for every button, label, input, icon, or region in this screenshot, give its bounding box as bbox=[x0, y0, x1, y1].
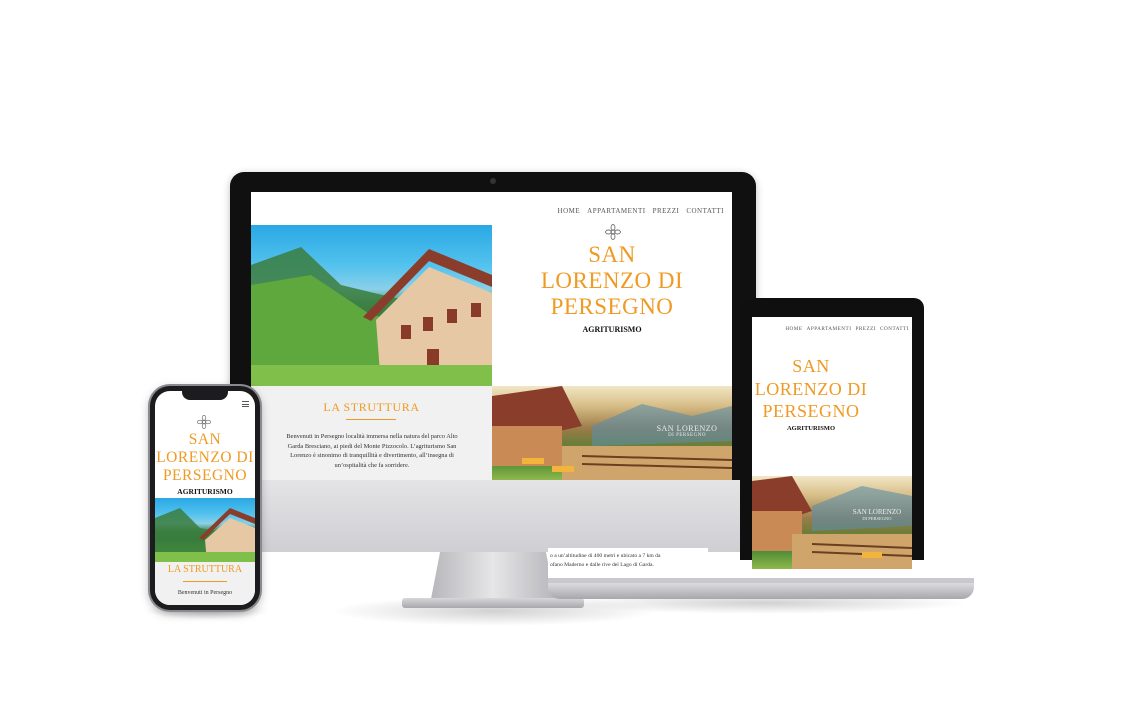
phone-struttura-section: LA STRUTTURA Benvenuti in Persegno bbox=[155, 562, 255, 605]
imac-base bbox=[402, 598, 584, 608]
nav-prezzi[interactable]: PREZZI bbox=[653, 207, 680, 215]
imac-stand bbox=[430, 552, 556, 604]
struttura-section: LA STRUTTURA Benvenuti in Persegno local… bbox=[251, 386, 492, 480]
laptop-watermark: SAN LORENZO DI PERSEGNO bbox=[842, 508, 912, 521]
title-line-3: PERSEGNO bbox=[162, 467, 248, 485]
nav-contatti[interactable]: CONTATTI bbox=[880, 326, 909, 332]
title-line-1: SAN bbox=[588, 242, 636, 267]
laptop-peek-content: o a un’altitudine di 400 metri e ubicato… bbox=[548, 548, 708, 578]
title-line-1: SAN bbox=[188, 431, 222, 448]
title-line-2: LORENZO DI bbox=[754, 378, 868, 399]
title-line-2: LORENZO DI bbox=[156, 449, 254, 467]
intro-paragraph: Benvenuti in Persegno località immersa n… bbox=[286, 433, 458, 469]
site-title: SAN LORENZO DI PERSEGNO bbox=[512, 242, 712, 319]
section-heading: LA STRUTTURA bbox=[167, 564, 243, 575]
laptop-site-subtitle: AGRITURISMO bbox=[786, 425, 836, 432]
nav-home[interactable]: HOME bbox=[785, 326, 802, 332]
watermark-text: SAN LORENZO DI PERSEGNO bbox=[642, 424, 732, 438]
phone-screen: SAN LORENZO DI PERSEGNO AGRITURISMO LA S… bbox=[155, 391, 255, 605]
phone-notch bbox=[182, 391, 228, 400]
imac-screen: HOME APPARTAMENTI PREZZI CONTATTI SAN LO… bbox=[251, 192, 732, 480]
laptop-terrace-photo: SAN LORENZO DI PERSEGNO bbox=[752, 476, 912, 569]
camera-icon bbox=[490, 178, 496, 184]
phone-site-subtitle: AGRITURISMO bbox=[177, 487, 233, 496]
watermark-subtitle: DI PERSEGNO bbox=[668, 433, 706, 438]
watermark-title: SAN LORENZO bbox=[852, 508, 902, 516]
hamburger-menu-icon[interactable] bbox=[242, 401, 249, 407]
laptop-site-title: SAN LORENZO DI PERSEGNO bbox=[752, 355, 870, 423]
title-line-1: SAN bbox=[792, 356, 830, 376]
title-line-3: PERSEGNO bbox=[762, 401, 860, 421]
section-heading: LA STRUTTURA bbox=[323, 400, 420, 414]
site-subtitle: AGRITURISMO bbox=[582, 325, 642, 334]
nav-appartamenti[interactable]: APPARTAMENTI bbox=[807, 326, 852, 332]
watermark-subtitle: DI PERSEGNO bbox=[862, 516, 892, 521]
phone-intro-text: Benvenuti in Persegno bbox=[177, 590, 233, 596]
flower-icon bbox=[197, 415, 211, 429]
hero-photo-farmhouse bbox=[251, 225, 492, 386]
watermark-title: SAN LORENZO bbox=[656, 424, 718, 433]
section-divider bbox=[183, 581, 227, 582]
farmhouse-image bbox=[251, 247, 492, 386]
laptop-nav: HOME APPARTAMENTI PREZZI CONTATTI bbox=[785, 326, 909, 332]
nav-prezzi[interactable]: PREZZI bbox=[855, 326, 876, 332]
phone-hero-photo bbox=[155, 498, 255, 562]
laptop-peek-text: o a un’altitudine di 400 metri e ubicato… bbox=[550, 553, 661, 568]
farmhouse-image bbox=[155, 508, 255, 562]
nav-contatti[interactable]: CONTATTI bbox=[686, 207, 724, 215]
laptop-base bbox=[548, 583, 974, 599]
nav-appartamenti[interactable]: APPARTAMENTI bbox=[587, 207, 645, 215]
nav-home[interactable]: HOME bbox=[558, 207, 581, 215]
flower-icon bbox=[605, 224, 621, 240]
phone-site-title: SAN LORENZO DI PERSEGNO bbox=[155, 431, 255, 485]
title-line-2: LORENZO DI bbox=[540, 267, 684, 293]
section-divider bbox=[346, 419, 396, 420]
main-nav: HOME APPARTAMENTI PREZZI CONTATTI bbox=[558, 207, 724, 215]
laptop-screen: HOME APPARTAMENTI PREZZI CONTATTI SAN LO… bbox=[752, 317, 912, 569]
terrace-image bbox=[752, 476, 912, 569]
imac-chin bbox=[230, 480, 756, 552]
terrace-photo: SAN LORENZO DI PERSEGNO bbox=[492, 386, 732, 480]
title-line-3: PERSEGNO bbox=[550, 293, 674, 319]
